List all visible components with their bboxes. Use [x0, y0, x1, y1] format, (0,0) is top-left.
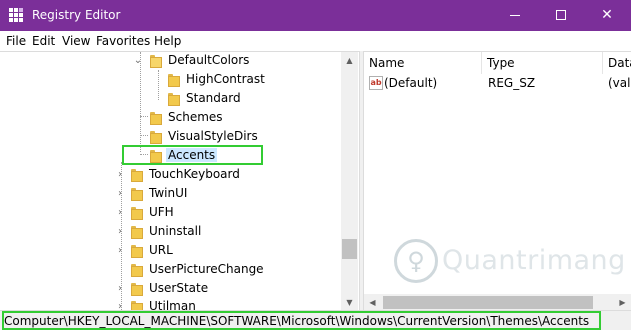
tree-scrollbar[interactable]: ▲ ▼ — [341, 52, 358, 310]
chevron-right-icon[interactable]: › — [115, 226, 125, 238]
folder-icon — [150, 150, 162, 163]
tree-item-label: UFH — [149, 205, 174, 219]
watermark-text: Quantrimang — [442, 245, 626, 276]
menu-file[interactable]: File — [6, 34, 26, 48]
value-type: REG_SZ — [488, 76, 536, 90]
folder-icon — [131, 226, 143, 239]
folder-icon — [131, 301, 143, 310]
tree-item-label: Utilman — [149, 299, 196, 310]
chevron-down-icon[interactable]: ⌄ — [133, 55, 143, 67]
value-name: (Default) — [384, 76, 438, 90]
tree-item-userpicturechange[interactable]: UserPictureChange — [0, 261, 340, 279]
tree-item-touchkeyboard[interactable]: › TouchKeyboard — [0, 166, 340, 184]
registry-editor-icon — [9, 8, 24, 23]
tree-item-label: DefaultColors — [168, 53, 250, 67]
folder-icon — [168, 74, 180, 87]
tree-item-highcontrast[interactable]: HighContrast — [0, 71, 340, 89]
chevron-right-icon[interactable]: › — [115, 207, 125, 219]
tree-item-userstate[interactable]: › UserState — [0, 280, 340, 298]
chevron-right-icon[interactable]: › — [115, 245, 125, 257]
value-data: (valu — [608, 76, 631, 90]
column-header-type[interactable]: Type — [482, 52, 603, 74]
folder-icon — [168, 93, 180, 106]
tree-item-twinui[interactable]: › TwinUI — [0, 185, 340, 203]
window-title: Registry Editor — [32, 8, 121, 22]
folder-icon — [131, 283, 143, 296]
close-icon: ✕ — [601, 7, 613, 23]
menu-favorites[interactable]: Favorites — [96, 34, 150, 48]
tree-item-label: Accents — [166, 148, 218, 162]
scroll-right-icon[interactable]: ▶ — [614, 294, 631, 310]
tree-item-standard[interactable]: Standard — [0, 90, 340, 108]
reg-string-icon: ab — [369, 76, 383, 90]
close-button[interactable]: ✕ — [584, 0, 630, 31]
scroll-down-icon[interactable]: ▼ — [341, 294, 358, 310]
menu-help[interactable]: Help — [154, 34, 181, 48]
tree-item-accents[interactable]: Accents — [0, 147, 340, 165]
minimize-button[interactable] — [492, 0, 538, 31]
tree-item-label: UserState — [149, 281, 209, 295]
title-bar: Registry Editor ✕ — [0, 0, 631, 31]
tree-item-schemes[interactable]: Schemes — [0, 109, 340, 127]
watermark-logo-icon: ♀ — [394, 239, 438, 283]
menu-bar: File Edit View Favorites Help — [0, 31, 631, 51]
tree-item-label: Uninstall — [149, 224, 202, 238]
chevron-right-icon[interactable]: › — [115, 188, 125, 200]
folder-icon — [150, 131, 162, 144]
tree-item-label: TouchKeyboard — [149, 167, 240, 181]
column-header-name[interactable]: Name — [364, 52, 482, 74]
scroll-left-icon[interactable]: ◀ — [364, 294, 381, 310]
minimize-icon — [510, 14, 520, 16]
value-row-default[interactable]: ab (Default) REG_SZ (valu — [364, 74, 631, 92]
chevron-right-icon[interactable]: › — [115, 169, 125, 181]
menu-view[interactable]: View — [62, 34, 90, 48]
folder-icon — [131, 264, 143, 277]
tree-item-label: HighContrast — [186, 72, 265, 86]
registry-tree[interactable]: ⌄ DefaultColors HighContrast Standard Sc… — [0, 51, 359, 310]
tree-item-label: Standard — [186, 91, 241, 105]
maximize-button[interactable] — [538, 0, 584, 31]
tree-item-defaultcolors[interactable]: ⌄ DefaultColors — [0, 52, 340, 70]
tree-item-ufh[interactable]: › UFH — [0, 204, 340, 222]
tree-item-label: URL — [149, 243, 173, 257]
path-highlight-box — [2, 311, 601, 330]
chevron-right-icon[interactable]: › — [115, 283, 125, 295]
folder-icon — [131, 245, 143, 258]
tree-item-label: UserPictureChange — [149, 262, 264, 276]
column-header-data[interactable]: Data — [603, 52, 631, 74]
tree-item-uninstall[interactable]: › Uninstall — [0, 223, 340, 241]
folder-icon — [131, 169, 143, 182]
tree-item-visualstyledirs[interactable]: VisualStyleDirs — [0, 128, 340, 146]
chevron-right-icon[interactable]: › — [115, 301, 125, 310]
tree-item-label: TwinUI — [149, 186, 188, 200]
tree-scroll-thumb[interactable] — [342, 239, 357, 259]
maximize-icon — [556, 10, 566, 20]
values-list[interactable]: Name Type Data ab (Default) REG_SZ (valu… — [364, 51, 631, 310]
menu-edit[interactable]: Edit — [32, 34, 55, 48]
folder-open-icon — [150, 55, 162, 68]
folder-icon — [150, 112, 162, 125]
watermark: ♀ Quantrimang — [394, 237, 626, 297]
scroll-up-icon[interactable]: ▲ — [341, 52, 358, 69]
values-scroll-thumb[interactable] — [383, 296, 593, 309]
folder-icon — [131, 207, 143, 220]
tree-item-label: VisualStyleDirs — [168, 129, 258, 143]
values-horizontal-scrollbar[interactable]: ◀ ▶ — [364, 294, 631, 310]
tree-item-label: Schemes — [168, 110, 223, 124]
tree-item-utilman[interactable]: › Utilman — [0, 298, 340, 310]
tree-item-url[interactable]: › URL — [0, 242, 340, 260]
address-bar[interactable]: Computer\HKEY_LOCAL_MACHINE\SOFTWARE\Mic… — [0, 310, 631, 330]
folder-icon — [131, 188, 143, 201]
